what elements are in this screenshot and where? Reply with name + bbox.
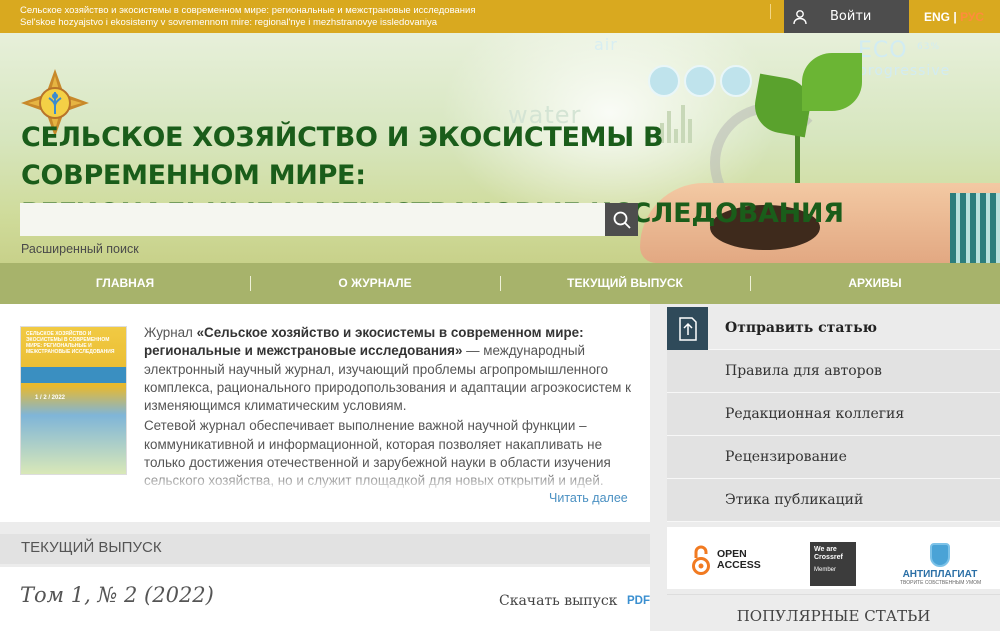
nav-item-current[interactable]: ТЕКУЩИЙ ВЫПУСК <box>500 263 750 304</box>
search-input[interactable] <box>20 203 638 236</box>
download-issue-label: Скачать выпуск <box>499 593 618 609</box>
sidebar-item-peer-review[interactable]: Рецензирование <box>667 436 1000 479</box>
banner-word-eco: ECO <box>858 38 908 63</box>
journal-intro: СЕЛЬСКОЕ ХОЗЯЙСТВО И ЭКОСИСТЕМЫ В СОВРЕМ… <box>0 304 650 522</box>
banner-word-progressive: progressive <box>858 63 951 79</box>
search-icon <box>613 211 631 229</box>
journal-title-translit: Sel'skoe hozyajstvo i ekosistemy v sovre… <box>20 17 438 28</box>
text-fade <box>144 470 634 492</box>
cover-band <box>21 367 126 383</box>
antiplagiat-badge[interactable]: АНТИПЛАГИАТ ТВОРИТЕ СОБСТВЕННЫМ УМОМ <box>900 543 982 586</box>
sidebar-item-label: Правила для авторов <box>725 363 882 379</box>
sidebar-item-editorial-board[interactable]: Редакционная коллегия <box>667 393 1000 436</box>
sidebar-item-label: Отправить статью <box>725 320 877 336</box>
antiplagiat-slogan: ТВОРИТЕ СОБСТВЕННЫМ УМОМ <box>900 580 982 586</box>
journal-title-ru: Сельское хозяйство и экосистемы в соврем… <box>20 5 476 16</box>
sidebar-item-label: Рецензирование <box>725 449 847 465</box>
sidebar-item-ethics[interactable]: Этика публикаций <box>667 479 1000 522</box>
sidebar-menu: Отправить статью Правила для авторов Ред… <box>667 307 1000 522</box>
read-more-link[interactable]: Читать далее <box>549 491 628 505</box>
main-nav: ГЛАВНАЯ О ЖУРНАЛЕ ТЕКУЩИЙ ВЫПУСК АРХИВЫ <box>0 263 1000 304</box>
page-title-line1: СЕЛЬСКОЕ ХОЗЯЙСТВО И ЭКОСИСТЕМЫ В СОВРЕМ… <box>21 122 664 191</box>
user-icon <box>793 9 807 24</box>
popular-articles-header: ПОПУЛЯРНЫЕ СТАТЬИ <box>667 594 1000 631</box>
advanced-search-link[interactable]: Расширенный поиск <box>21 242 139 256</box>
divider <box>770 4 771 19</box>
login-label: Войти <box>830 9 872 24</box>
login-button[interactable]: Войти <box>784 0 909 33</box>
issue-title[interactable]: Том 1, № 2 (2022) <box>20 583 214 607</box>
lang-ru-link[interactable]: РУС <box>960 10 984 24</box>
current-issue-box: Том 1, № 2 (2022) Скачать выпуск PDF <box>0 567 650 631</box>
banner-word-air: air <box>594 35 618 54</box>
banner-word-eco-pct: 63% <box>917 42 941 52</box>
nav-item-archives[interactable]: АРХИВЫ <box>750 263 1000 304</box>
sidebar-item-submit[interactable]: Отправить статью <box>667 307 1000 350</box>
hero-banner: air water ECO 63% progressive СЕЛЬСКОЕ Х… <box>0 33 1000 263</box>
crossref-line1: We are <box>814 546 837 553</box>
intro-prefix: Журнал <box>144 325 197 340</box>
search-button[interactable] <box>605 203 638 236</box>
journal-description: Журнал «Сельское хозяйство и экосистемы … <box>144 324 634 490</box>
pdf-link[interactable]: PDF <box>627 595 650 607</box>
crossref-badge[interactable]: We are Crossref Member <box>810 542 856 586</box>
open-access-line2: ACCESS <box>717 559 761 571</box>
cover-numbers: 1 / 2 / 2022 <box>35 395 66 401</box>
sidebar-item-label: Этика публикаций <box>725 492 864 508</box>
sleeve-image <box>950 193 1000 263</box>
lang-en-link[interactable]: ENG <box>924 10 950 24</box>
crossref-line2: Crossref <box>814 554 843 561</box>
upload-icon <box>667 307 708 350</box>
nav-item-home[interactable]: ГЛАВНАЯ <box>0 263 250 304</box>
lang-separator: | <box>953 10 957 24</box>
journal-cover-image[interactable]: СЕЛЬСКОЕ ХОЗЯЙСТВО И ЭКОСИСТЕМЫ В СОВРЕМ… <box>20 326 127 475</box>
current-issue-header: ТЕКУЩИЙ ВЫПУСК <box>0 534 650 564</box>
open-access-badge[interactable]: OPEN ACCESS <box>691 544 761 576</box>
partner-badges: OPEN ACCESS We are Crossref Member АНТИП… <box>667 527 1000 589</box>
sidebar-item-author-guidelines[interactable]: Правила для авторов <box>667 350 1000 393</box>
language-switcher: ENG | РУС <box>924 10 984 24</box>
open-access-icon <box>692 545 710 575</box>
shield-icon <box>930 543 950 567</box>
sidebar-item-label: Редакционная коллегия <box>725 406 905 422</box>
antiplagiat-name: АНТИПЛАГИАТ <box>902 569 978 580</box>
crossref-member: Member <box>814 567 837 573</box>
nav-item-about[interactable]: О ЖУРНАЛЕ <box>250 263 500 304</box>
cover-title: СЕЛЬСКОЕ ХОЗЯЙСТВО И ЭКОСИСТЕМЫ В СОВРЕМ… <box>26 331 115 355</box>
sprout-leaf <box>802 53 862 111</box>
